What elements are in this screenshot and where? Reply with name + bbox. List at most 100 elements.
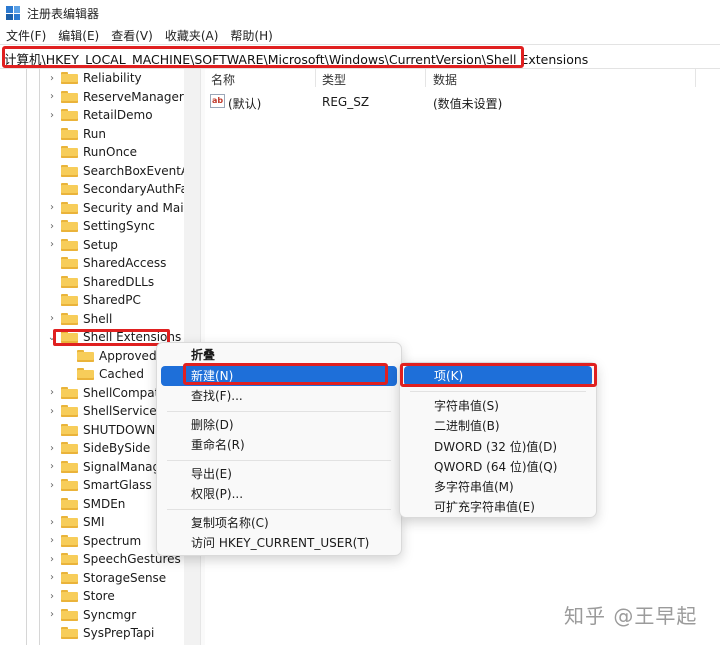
folder-icon bbox=[61, 590, 78, 603]
folder-icon bbox=[61, 386, 78, 399]
tree-item-shareddlls[interactable]: SharedDLLs bbox=[46, 273, 154, 292]
column-divider[interactable] bbox=[425, 69, 426, 87]
chevron-right-icon[interactable]: › bbox=[46, 443, 58, 454]
tree-item-approved[interactable]: Approved bbox=[62, 347, 157, 366]
tree-item-sharedaccess[interactable]: SharedAccess bbox=[46, 254, 166, 273]
column-divider[interactable] bbox=[695, 69, 696, 87]
chevron-right-icon[interactable]: › bbox=[46, 406, 58, 417]
tree-item-label: SharedPC bbox=[83, 293, 141, 308]
tree-item-signalmanage[interactable]: › SignalManage bbox=[46, 458, 168, 477]
tree-item-run[interactable]: Run bbox=[46, 125, 106, 144]
tree-item-shutdown[interactable]: SHUTDOWN bbox=[46, 421, 155, 440]
chevron-right-icon[interactable]: › bbox=[46, 517, 58, 528]
tree-guide-line bbox=[26, 69, 27, 645]
tree-item-label: RetailDemo bbox=[83, 108, 153, 123]
tree-item-shell[interactable]: › Shell bbox=[46, 310, 112, 329]
tree-item-setup[interactable]: › Setup bbox=[46, 236, 118, 255]
context-menu-item[interactable]: 访问 HKEY_CURRENT_USER(T) bbox=[161, 533, 397, 553]
tree-item-spectrum[interactable]: › Spectrum bbox=[46, 532, 141, 551]
chevron-right-icon[interactable]: › bbox=[46, 572, 58, 583]
menu-separator bbox=[167, 459, 391, 461]
tree-item-security-and-mainte[interactable]: › Security and Mainte bbox=[46, 199, 200, 218]
folder-icon bbox=[61, 497, 78, 510]
selected-key-highlight-box bbox=[53, 329, 170, 346]
chevron-right-icon[interactable]: › bbox=[46, 202, 58, 213]
tree-item-label: SideBySide bbox=[83, 441, 151, 456]
menu-edit[interactable]: 编辑(E) bbox=[52, 27, 105, 44]
tree-item-secondaryauthfacto[interactable]: SecondaryAuthFacto bbox=[46, 180, 200, 199]
tree-item-label: SMDEn bbox=[83, 496, 126, 511]
chevron-right-icon[interactable]: › bbox=[46, 480, 58, 491]
context-menu-item[interactable]: 折叠 bbox=[161, 345, 397, 365]
chevron-right-icon[interactable]: › bbox=[46, 110, 58, 121]
folder-icon bbox=[61, 571, 78, 584]
tree-item-smi[interactable]: › SMI bbox=[46, 513, 105, 532]
chevron-right-icon[interactable]: › bbox=[46, 221, 58, 232]
tree-item-smartglass[interactable]: › SmartGlass bbox=[46, 476, 152, 495]
context-menu-item[interactable]: 导出(E) bbox=[161, 464, 397, 484]
address-bar[interactable]: 计算机\HKEY_LOCAL_MACHINE\SOFTWARE\Microsof… bbox=[0, 44, 720, 69]
chevron-right-icon[interactable]: › bbox=[46, 535, 58, 546]
tree-item-label: Setup bbox=[83, 237, 118, 252]
tree-item-searchboxeventarg[interactable]: SearchBoxEventArg bbox=[46, 162, 200, 181]
tree-item-label: SMI bbox=[83, 515, 105, 530]
context-menu-item[interactable]: 权限(P)... bbox=[161, 484, 397, 504]
tree-item-reliability[interactable]: › Reliability bbox=[46, 69, 142, 88]
column-type[interactable]: 类型 bbox=[322, 71, 346, 88]
menu-separator bbox=[167, 508, 391, 510]
menu-file[interactable]: 文件(F) bbox=[0, 27, 52, 44]
chevron-right-icon[interactable]: › bbox=[46, 73, 58, 84]
chevron-right-icon[interactable]: › bbox=[46, 91, 58, 102]
submenu-item[interactable]: 可扩充字符串值(E) bbox=[404, 497, 592, 517]
tree-item-runonce[interactable]: RunOnce bbox=[46, 143, 137, 162]
context-menu-item[interactable]: 删除(D) bbox=[161, 415, 397, 435]
tree-item-shellcompatib[interactable]: › ShellCompatib bbox=[46, 384, 170, 403]
tree-item-sidebyside[interactable]: › SideBySide bbox=[46, 439, 150, 458]
folder-icon bbox=[61, 164, 78, 177]
column-data[interactable]: 数据 bbox=[433, 71, 457, 88]
folder-icon bbox=[61, 405, 78, 418]
submenu-item[interactable]: 二进制值(B) bbox=[404, 416, 592, 436]
tree-item-cached[interactable]: Cached bbox=[62, 365, 144, 384]
chevron-right-icon[interactable]: › bbox=[46, 313, 58, 324]
tree-item-label: Store bbox=[83, 589, 115, 604]
context-menu-item[interactable]: 复制项名称(C) bbox=[161, 513, 397, 533]
folder-icon bbox=[61, 294, 78, 307]
folder-icon bbox=[61, 109, 78, 122]
chevron-right-icon[interactable]: › bbox=[46, 609, 58, 620]
column-divider[interactable] bbox=[315, 69, 316, 87]
tree-item-shellserviceob[interactable]: › ShellServiceOb bbox=[46, 402, 174, 421]
folder-icon bbox=[61, 553, 78, 566]
value-row[interactable]: ab (默认) REG_SZ (数值未设置) bbox=[205, 93, 720, 111]
tree-item-label: RunOnce bbox=[83, 145, 138, 160]
chevron-right-icon[interactable]: › bbox=[46, 461, 58, 472]
submenu-item[interactable]: DWORD (32 位)值(D) bbox=[404, 437, 592, 457]
folder-icon bbox=[61, 275, 78, 288]
tree-item-syncmgr[interactable]: › Syncmgr bbox=[46, 606, 136, 625]
tree-item-settingsync[interactable]: › SettingSync bbox=[46, 217, 155, 236]
tree-item-syspreptapi[interactable]: SysPrepTapi bbox=[46, 624, 154, 643]
chevron-right-icon[interactable]: › bbox=[46, 387, 58, 398]
tree-item-reservemanager[interactable]: › ReserveManager bbox=[46, 88, 184, 107]
tree-item-retaildemo[interactable]: › RetailDemo bbox=[46, 106, 153, 125]
submenu-item[interactable]: 字符串值(S) bbox=[404, 396, 592, 416]
title-bar: 注册表编辑器 bbox=[0, 0, 720, 26]
menu-view[interactable]: 查看(V) bbox=[105, 27, 159, 44]
folder-icon bbox=[61, 312, 78, 325]
context-menu-item[interactable]: 查找(F)... bbox=[161, 386, 397, 406]
chevron-right-icon[interactable]: › bbox=[46, 554, 58, 565]
tree-item-label: SignalManage bbox=[83, 459, 168, 474]
menu-favorites[interactable]: 收藏夹(A) bbox=[159, 27, 225, 44]
tree-item-store[interactable]: › Store bbox=[46, 587, 115, 606]
submenu-item[interactable]: 多字符串值(M) bbox=[404, 477, 592, 497]
column-name[interactable]: 名称 bbox=[211, 71, 235, 88]
submenu-item[interactable]: QWORD (64 位)值(Q) bbox=[404, 457, 592, 477]
tree-item-storagesense[interactable]: › StorageSense bbox=[46, 569, 166, 588]
menu-help[interactable]: 帮助(H) bbox=[224, 27, 278, 44]
tree-item-sharedpc[interactable]: SharedPC bbox=[46, 291, 141, 310]
folder-icon bbox=[61, 423, 78, 436]
tree-item-smden[interactable]: SMDEn bbox=[46, 495, 125, 514]
context-menu-item[interactable]: 重命名(R) bbox=[161, 435, 397, 455]
chevron-right-icon[interactable]: › bbox=[46, 239, 58, 250]
chevron-right-icon[interactable]: › bbox=[46, 591, 58, 602]
